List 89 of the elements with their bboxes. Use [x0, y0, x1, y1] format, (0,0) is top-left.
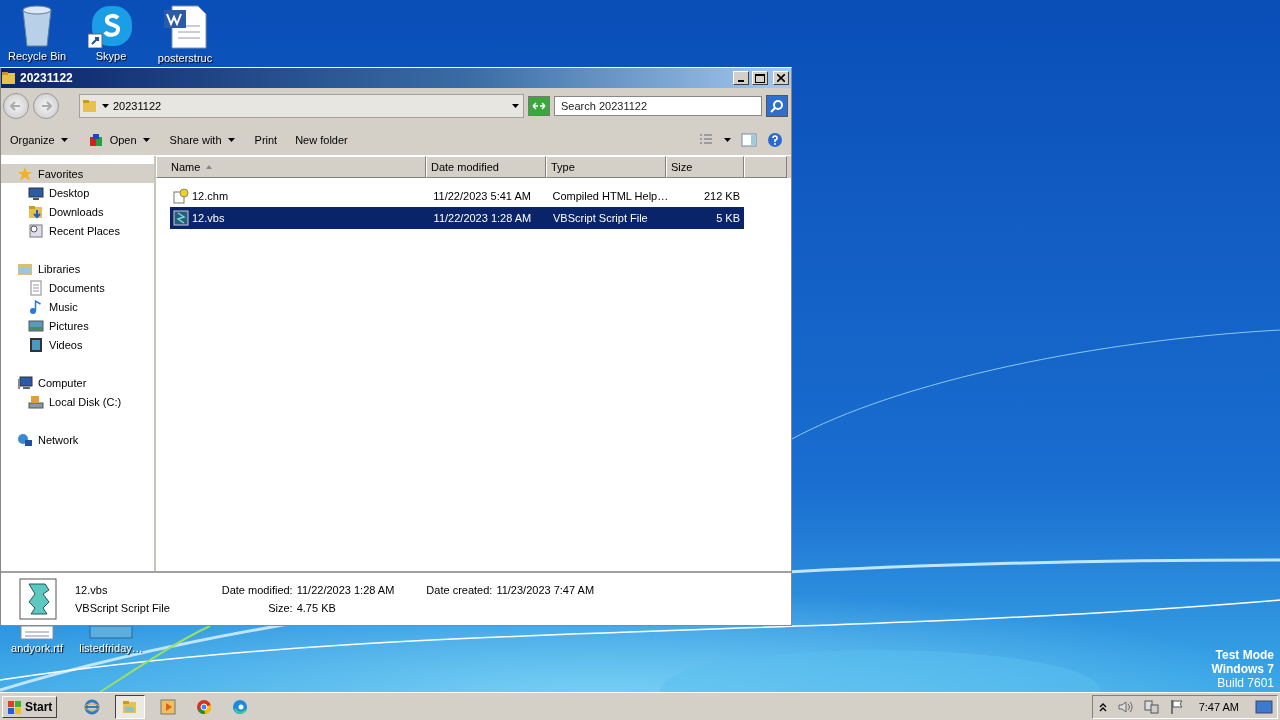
address-dropdown-icon[interactable] — [512, 104, 519, 108]
os-notice-text: Windows 7 — [1211, 662, 1274, 676]
nav-item[interactable]: Pictures — [1, 316, 154, 335]
internet-explorer-icon — [84, 698, 101, 715]
flag-icon[interactable] — [1168, 698, 1185, 715]
refresh-arrows-icon — [532, 101, 546, 111]
nav-item[interactable]: Libraries — [1, 259, 154, 278]
caret-icon[interactable] — [227, 138, 235, 142]
windows-flag-icon — [7, 698, 23, 715]
address-field[interactable]: 20231122 — [79, 94, 524, 118]
help-icon — [767, 132, 783, 148]
search-icon — [770, 99, 784, 113]
os-notice-text: Build 7601 — [1217, 676, 1274, 690]
caret-icon[interactable] — [724, 138, 731, 142]
forward-arrow-icon — [40, 100, 52, 112]
caret-icon[interactable] — [142, 138, 150, 142]
detail-label: Size: — [267, 602, 293, 614]
word-document-icon — [162, 4, 208, 50]
os-notice-text: Test Mode — [1215, 648, 1274, 662]
nav-item[interactable]: Videos — [1, 335, 154, 354]
toolbar-button[interactable]: Organize — [5, 128, 73, 152]
refresh-button[interactable] — [528, 96, 550, 116]
show-hidden-icons-icon[interactable] — [1098, 701, 1107, 712]
search-button[interactable] — [766, 95, 788, 117]
file-row[interactable]: 12.vbs 11/22/2023 1:28 AM VBScript Script File 5 KB — [170, 207, 744, 229]
nav-item[interactable]: Documents — [1, 278, 154, 297]
file-type: VBScript Script File — [75, 602, 170, 614]
column-header[interactable]: Date modified — [426, 156, 546, 178]
file-row[interactable]: 12.chm 11/22/2023 5:41 AM Compiled HTML Help… 212 KB — [170, 185, 744, 207]
column-header[interactable]: Name — [156, 156, 426, 178]
document-icon — [28, 279, 44, 296]
nav-item[interactable]: Recent Places — [1, 221, 154, 240]
media-player-icon — [160, 698, 177, 715]
file-name: 12.vbs — [75, 584, 109, 596]
minimize-button[interactable] — [733, 71, 749, 85]
sort-arrow-icon — [206, 165, 213, 169]
nav-item[interactable]: Computer — [1, 373, 154, 392]
folder-icon — [122, 698, 139, 715]
film-icon — [28, 336, 44, 353]
detail-value: 11/23/2023 7:47 AM — [496, 584, 595, 596]
music-note-icon — [28, 298, 44, 315]
star-icon — [17, 165, 33, 182]
toolbar-button[interactable]: Open — [82, 128, 155, 152]
detail-value: 11/22/2023 1:28 AM — [296, 584, 395, 596]
toolbar-button[interactable]: Print — [249, 128, 283, 152]
edge-icon — [232, 698, 249, 715]
script-file-icon — [19, 578, 59, 620]
close-icon — [777, 74, 785, 82]
folder-download-icon — [28, 203, 44, 220]
nav-item[interactable]: Desktop — [1, 183, 154, 202]
caret-icon[interactable] — [60, 138, 68, 142]
maximize-button[interactable] — [752, 71, 768, 85]
start-button[interactable]: Start — [2, 695, 58, 718]
breadcrumb-caret-icon[interactable] — [102, 104, 109, 108]
monitor-icon — [28, 184, 44, 201]
toolbar-button[interactable]: New folder — [290, 128, 353, 152]
detail-label: Date created: — [425, 584, 493, 596]
window-title: 20231122 — [20, 71, 74, 85]
show-desktop-icon[interactable] — [1255, 698, 1273, 715]
desktop-icon-label[interactable]: Recycle Bin — [7, 50, 67, 62]
folder-icon — [1, 70, 17, 86]
preview-pane-icon — [741, 132, 757, 148]
script-file-icon — [173, 210, 189, 226]
nav-item[interactable]: Downloads — [1, 202, 154, 221]
computer-icon — [17, 374, 33, 391]
toolbar-button[interactable]: Share with — [164, 128, 240, 152]
back-arrow-icon — [10, 100, 22, 112]
column-header[interactable]: Type — [546, 156, 666, 178]
close-button[interactable] — [773, 71, 789, 85]
chrome-icon — [196, 698, 213, 715]
maximize-icon — [755, 73, 765, 83]
recent-places-icon — [28, 222, 44, 239]
nav-item[interactable]: Favorites — [1, 164, 154, 183]
nav-item[interactable]: Music — [1, 297, 154, 316]
disk-drive-icon — [28, 393, 44, 410]
column-header[interactable]: Size — [666, 156, 744, 178]
detail-label: Date modified: — [220, 584, 293, 596]
folder-icon — [82, 98, 98, 114]
speaker-icon[interactable] — [1116, 698, 1133, 715]
search-field[interactable]: Search 20231122 — [554, 96, 762, 116]
clock[interactable]: 7:47 AM — [1198, 700, 1239, 713]
open-with-icon — [87, 132, 104, 148]
desktop-icon-label[interactable]: posterstruc — [157, 52, 213, 64]
pictures-icon — [28, 317, 44, 334]
taskbar-app-button[interactable] — [115, 694, 146, 719]
nav-item[interactable]: Local Disk (C:) — [1, 392, 154, 411]
desktop-icon-label[interactable]: Skype — [95, 50, 127, 62]
nav-item[interactable]: Network — [1, 430, 154, 449]
detail-value: 4.75 KB — [296, 602, 337, 614]
